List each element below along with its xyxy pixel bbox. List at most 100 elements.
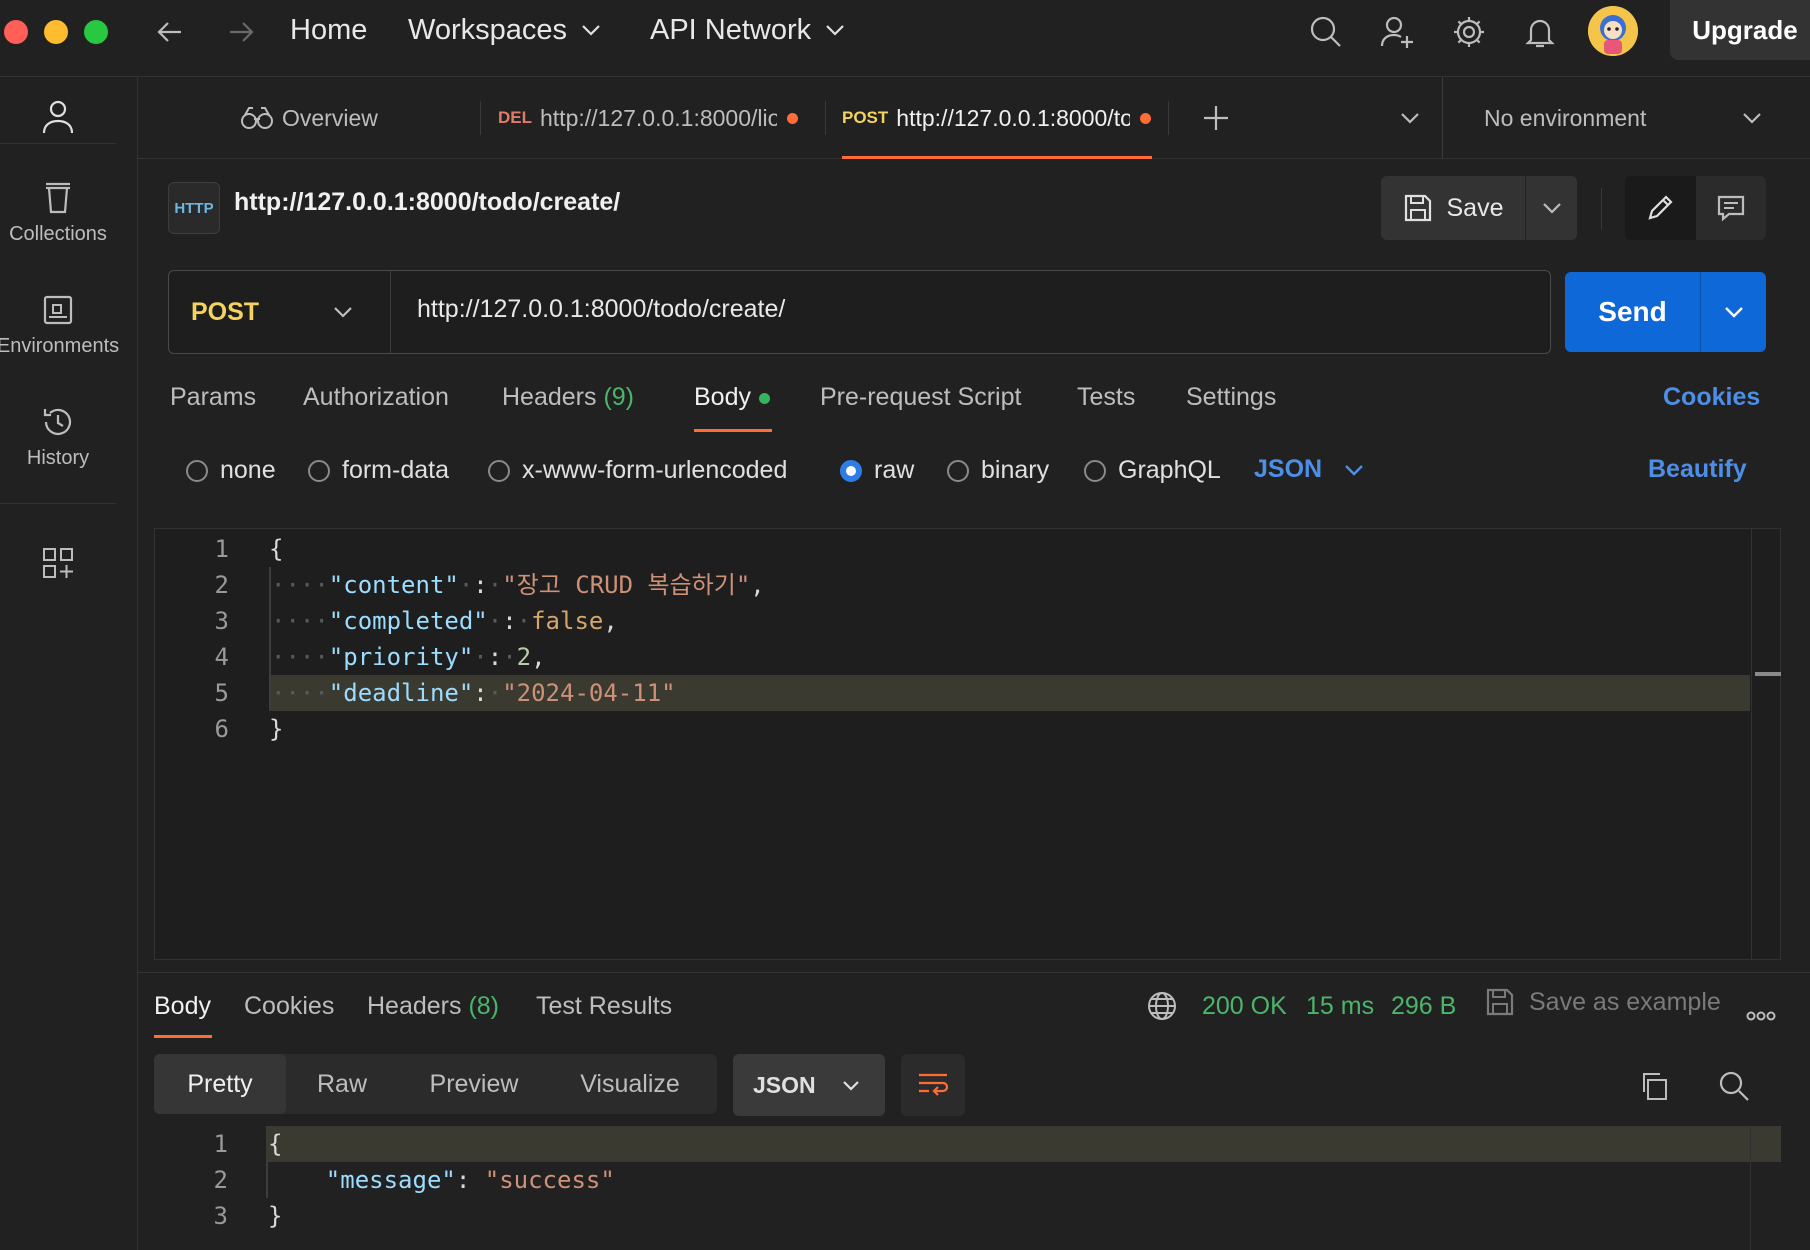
close-window-button[interactable] xyxy=(4,20,28,44)
tab-post-request[interactable]: POST http://127.0.0.1:8000/to xyxy=(842,77,1162,159)
view-preview[interactable]: Preview xyxy=(398,1054,550,1114)
sidebar-item-environments[interactable]: Environments xyxy=(0,293,119,358)
tab-tests[interactable]: Tests xyxy=(1077,383,1135,412)
radio-circle xyxy=(1084,459,1106,482)
active-tab-indicator xyxy=(842,156,1152,159)
tab-overview[interactable]: Overview xyxy=(240,77,460,159)
body-format-selector[interactable]: JSON xyxy=(1254,455,1364,484)
body-type-urlencoded[interactable]: x-www-form-urlencoded xyxy=(488,456,787,485)
upgrade-button[interactable]: Upgrade xyxy=(1670,0,1810,60)
new-tab-button[interactable] xyxy=(1196,77,1236,159)
response-tab-body[interactable]: Body xyxy=(154,992,211,1021)
minimize-window-button[interactable] xyxy=(44,20,68,44)
radio-circle-selected xyxy=(840,459,862,482)
top-bar: Home Workspaces API Network Upgrade xyxy=(0,0,1810,77)
response-format-selector[interactable]: JSON xyxy=(733,1054,885,1116)
sidebar-item-add-apps[interactable] xyxy=(0,547,116,587)
bell-icon[interactable] xyxy=(1518,10,1562,54)
cookies-link[interactable]: Cookies xyxy=(1663,383,1760,412)
chevron-down-icon xyxy=(1724,307,1743,318)
view-pretty[interactable]: Pretty xyxy=(154,1054,286,1114)
pencil-icon[interactable] xyxy=(1625,176,1696,240)
history-icon xyxy=(43,408,72,435)
save-as-example-button[interactable]: Save as example xyxy=(1485,987,1721,1017)
avatar[interactable] xyxy=(1588,6,1638,56)
response-tab-cookies[interactable]: Cookies xyxy=(244,992,334,1021)
body-type-raw[interactable]: raw xyxy=(840,456,914,485)
http-badge-icon: HTTP xyxy=(168,182,220,234)
comment-icon[interactable] xyxy=(1696,176,1767,240)
body-type-form-data[interactable]: form-data xyxy=(308,456,449,485)
response-body-viewer[interactable]: 1 { 2 "message": "success" 3 } xyxy=(154,1126,1781,1250)
nav-workspaces[interactable]: Workspaces xyxy=(408,10,601,50)
tab-separator xyxy=(1168,101,1169,135)
nav-api-network[interactable]: API Network xyxy=(650,10,845,50)
environment-selector[interactable]: No environment xyxy=(1484,77,1794,159)
chevron-down-icon xyxy=(842,1080,859,1091)
wrap-lines-button[interactable] xyxy=(901,1054,965,1116)
beautify-button[interactable]: Beautify xyxy=(1648,455,1747,484)
chevron-down-icon xyxy=(1401,113,1419,124)
response-scrollbar[interactable] xyxy=(1750,1126,1780,1250)
tab-headers[interactable]: Headers (9) xyxy=(502,383,634,412)
response-tab-test-results[interactable]: Test Results xyxy=(536,992,672,1021)
body-type-none[interactable]: none xyxy=(186,456,276,485)
request-title[interactable]: http://127.0.0.1:8000/todo/create/ xyxy=(234,188,620,217)
response-size[interactable]: 296 B xyxy=(1391,992,1456,1021)
back-arrow-icon[interactable] xyxy=(150,12,190,52)
code-line: 6 } xyxy=(214,715,284,743)
radio-circle xyxy=(488,459,510,482)
editor-scrollbar[interactable] xyxy=(1751,529,1781,959)
forward-arrow-icon[interactable] xyxy=(221,12,261,52)
trash-can-icon xyxy=(46,182,70,214)
save-button[interactable]: Save xyxy=(1381,176,1526,240)
tabs-overflow-button[interactable] xyxy=(1390,77,1430,159)
status-code[interactable]: 200 OK xyxy=(1202,992,1287,1021)
unsaved-dot xyxy=(1140,112,1152,124)
plus-icon xyxy=(1204,106,1228,130)
apps-add-icon xyxy=(43,548,73,578)
more-options-icon[interactable] xyxy=(1746,996,1776,1028)
code-line: 1 { xyxy=(214,535,284,563)
tab-pre-request-script[interactable]: Pre-request Script xyxy=(820,383,1021,412)
save-options-button[interactable] xyxy=(1526,202,1577,214)
indent-guide xyxy=(269,567,271,711)
method-selector[interactable]: POST xyxy=(169,271,391,353)
code-line: 2 ····"content"·:·"장고 CRUD 복습하기", xyxy=(214,571,765,599)
unsaved-dot xyxy=(787,112,798,124)
maximize-window-button[interactable] xyxy=(84,20,108,44)
save-button-group: Save xyxy=(1381,176,1577,240)
tab-delete-request[interactable]: DEL http://127.0.0.1:8000/lior xyxy=(498,77,798,159)
chevron-down-icon xyxy=(582,25,600,36)
search-icon[interactable] xyxy=(1714,1066,1754,1106)
url-input[interactable]: http://127.0.0.1:8000/todo/create/ xyxy=(417,295,1517,324)
body-type-binary[interactable]: binary xyxy=(947,456,1049,485)
view-raw[interactable]: Raw xyxy=(286,1054,398,1114)
tab-authorization[interactable]: Authorization xyxy=(303,383,449,412)
send-options-button[interactable] xyxy=(1701,272,1766,352)
nav-home[interactable]: Home xyxy=(290,10,367,50)
sidebar: Collections Environments History xyxy=(0,77,138,1250)
gear-icon[interactable] xyxy=(1447,10,1491,54)
response-time[interactable]: 15 ms xyxy=(1306,992,1374,1021)
sidebar-item-history[interactable]: History xyxy=(0,405,116,470)
sidebar-item-collections[interactable]: Collections xyxy=(0,181,116,246)
tab-params[interactable]: Params xyxy=(170,383,256,412)
floppy-disk-icon xyxy=(1486,988,1514,1016)
body-type-graphql[interactable]: GraphQL xyxy=(1084,456,1221,485)
floppy-disk-icon xyxy=(1404,194,1431,222)
response-tab-headers[interactable]: Headers (8) xyxy=(367,992,499,1021)
request-body-editor[interactable]: 1 { 2 ····"content"·:·"장고 CRUD 복습하기", 3 … xyxy=(154,528,1781,960)
tab-settings[interactable]: Settings xyxy=(1186,383,1276,412)
search-icon[interactable] xyxy=(1304,10,1348,54)
sidebar-item-profile[interactable] xyxy=(0,99,116,143)
tab-body[interactable]: Body xyxy=(694,383,770,412)
code-line: 2 "message": "success" xyxy=(213,1166,615,1194)
tab-separator xyxy=(1442,77,1443,159)
view-visualize[interactable]: Visualize xyxy=(550,1054,710,1114)
copy-icon[interactable] xyxy=(1634,1066,1674,1106)
invite-user-icon[interactable] xyxy=(1375,10,1419,54)
environment-icon xyxy=(43,295,73,325)
globe-icon[interactable] xyxy=(1146,990,1178,1027)
send-button[interactable]: Send xyxy=(1565,272,1701,352)
